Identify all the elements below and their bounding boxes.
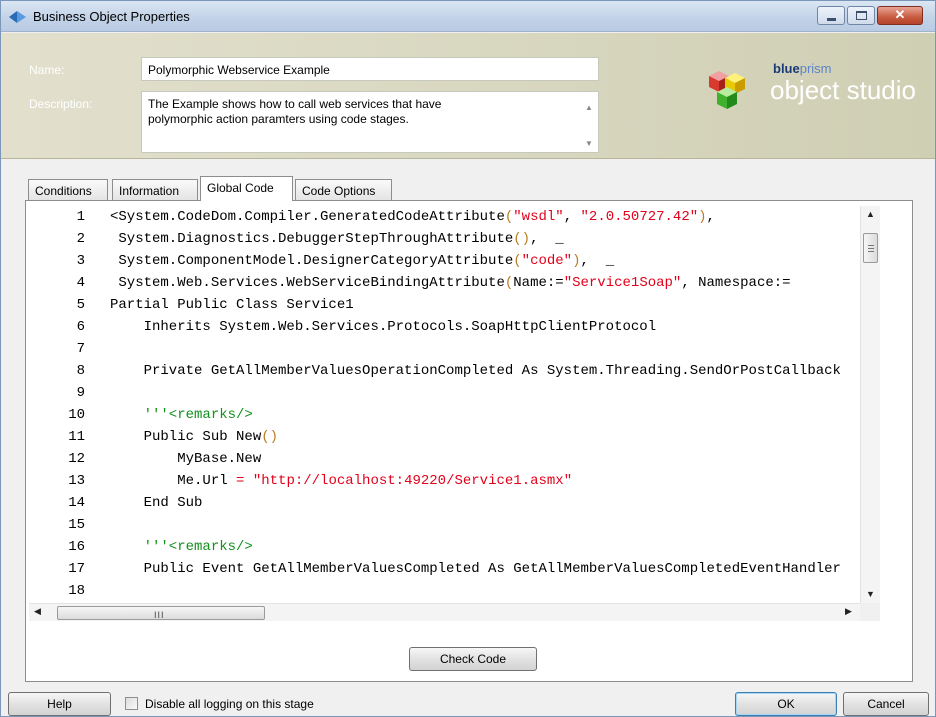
line-number: 12 xyxy=(68,451,85,467)
code-text: Inherits System.Web.Services.Protocols.S… xyxy=(110,319,657,335)
vertical-scrollbar[interactable]: ▲ ▼ xyxy=(860,206,880,604)
disable-logging-checkbox[interactable] xyxy=(125,697,138,710)
line-number: 4 xyxy=(76,275,85,291)
description-line-1: The Example shows how to call web servic… xyxy=(148,97,442,111)
code-text: End Sub xyxy=(110,495,203,511)
code-text: Public Event GetAllMemberValuesCompleted… xyxy=(110,561,841,577)
code-text: '''<remarks/> xyxy=(110,539,253,555)
code-text: System.Web.Services.WebServiceBindingAtt… xyxy=(110,275,791,291)
line-number: 13 xyxy=(68,473,85,489)
description-label: Description: xyxy=(29,97,93,111)
close-button[interactable]: ✕ xyxy=(877,6,923,25)
vertical-scroll-thumb[interactable] xyxy=(863,233,878,263)
line-number: 15 xyxy=(68,517,85,533)
code-text: Me.Url = "http://localhost:49220/Service… xyxy=(110,473,573,489)
scroll-right-icon[interactable]: ▶ xyxy=(845,606,852,617)
disable-logging-label: Disable all logging on this stage xyxy=(145,697,314,711)
scroll-left-icon[interactable]: ◀ xyxy=(34,606,41,617)
horizontal-scrollbar[interactable]: ◀ III ▶ xyxy=(29,603,860,621)
tab-code-options[interactable]: Code Options xyxy=(295,179,392,200)
logo-brand: blueprism xyxy=(773,61,832,76)
line-number: 16 xyxy=(68,539,85,555)
line-number: 8 xyxy=(76,363,85,379)
line-number: 9 xyxy=(76,385,85,401)
line-number: 14 xyxy=(68,495,85,511)
scroll-down-icon[interactable]: ▼ xyxy=(866,589,875,599)
line-number: 2 xyxy=(76,231,85,247)
code-text: System.ComponentModel.DesignerCategoryAt… xyxy=(110,253,615,269)
properties-header: Name: Polymorphic Webservice Example Des… xyxy=(1,33,935,159)
maximize-icon xyxy=(856,11,867,20)
code-text: <System.CodeDom.Compiler.GeneratedCodeAt… xyxy=(110,209,715,225)
tab-conditions[interactable]: Conditions xyxy=(28,179,108,200)
line-number: 11 xyxy=(68,429,85,445)
name-label: Name: xyxy=(29,63,65,77)
blueprism-app-icon xyxy=(9,11,26,23)
maximize-button[interactable] xyxy=(847,6,875,25)
scroll-up-icon[interactable]: ▲ xyxy=(585,100,593,115)
minimize-icon xyxy=(827,18,836,21)
code-text: MyBase.New xyxy=(110,451,262,467)
ok-button[interactable]: OK xyxy=(735,692,837,716)
logo-product-name: object studio xyxy=(770,75,916,105)
cancel-button[interactable]: Cancel xyxy=(843,692,929,716)
code-editor[interactable]: 1 <System.CodeDom.Compiler.GeneratedCodeA… xyxy=(29,206,886,619)
scroll-corner xyxy=(860,603,880,621)
line-number: 10 xyxy=(68,407,85,423)
title-bar: Business Object Properties ✕ xyxy=(1,1,935,32)
description-field[interactable]: The Example shows how to call web servic… xyxy=(141,91,599,153)
minimize-button[interactable] xyxy=(817,6,845,25)
code-text: System.Diagnostics.DebuggerStepThroughAt… xyxy=(110,231,564,247)
tab-information[interactable]: Information xyxy=(112,179,198,200)
scroll-down-icon[interactable]: ▼ xyxy=(585,136,593,151)
tab-global-code[interactable]: Global Code xyxy=(200,176,293,201)
line-number: 18 xyxy=(68,583,85,599)
global-code-panel: 1 <System.CodeDom.Compiler.GeneratedCodeA… xyxy=(25,200,913,682)
line-number: 7 xyxy=(76,341,85,357)
business-object-properties-window: Business Object Properties ✕ Name: Polym… xyxy=(0,0,936,717)
description-scrollbar[interactable]: ▲ ▼ xyxy=(581,92,598,152)
line-number: 17 xyxy=(68,561,85,577)
name-field[interactable]: Polymorphic Webservice Example xyxy=(141,57,599,81)
help-button[interactable]: Help xyxy=(8,692,111,716)
code-text: Public Sub New() xyxy=(110,429,279,445)
code-text: '''<remarks/> xyxy=(110,407,253,423)
code-text: Private GetAllMemberValuesOperationCompl… xyxy=(110,363,841,379)
line-number: 1 xyxy=(76,209,85,225)
check-code-button[interactable]: Check Code xyxy=(409,647,537,671)
blueprism-cubes-logo-icon xyxy=(709,71,745,109)
line-number: 5 xyxy=(76,297,85,313)
window-title: Business Object Properties xyxy=(33,9,190,24)
description-line-2: polymorphic action paramters using code … xyxy=(148,112,409,126)
close-icon: ✕ xyxy=(894,7,906,22)
code-text: Partial Public Class Service1 xyxy=(110,297,354,313)
line-number: 6 xyxy=(76,319,85,335)
scroll-up-icon[interactable]: ▲ xyxy=(866,209,875,219)
name-value: Polymorphic Webservice Example xyxy=(148,63,330,77)
horizontal-scroll-thumb[interactable]: III xyxy=(57,606,265,620)
line-number: 3 xyxy=(76,253,85,269)
